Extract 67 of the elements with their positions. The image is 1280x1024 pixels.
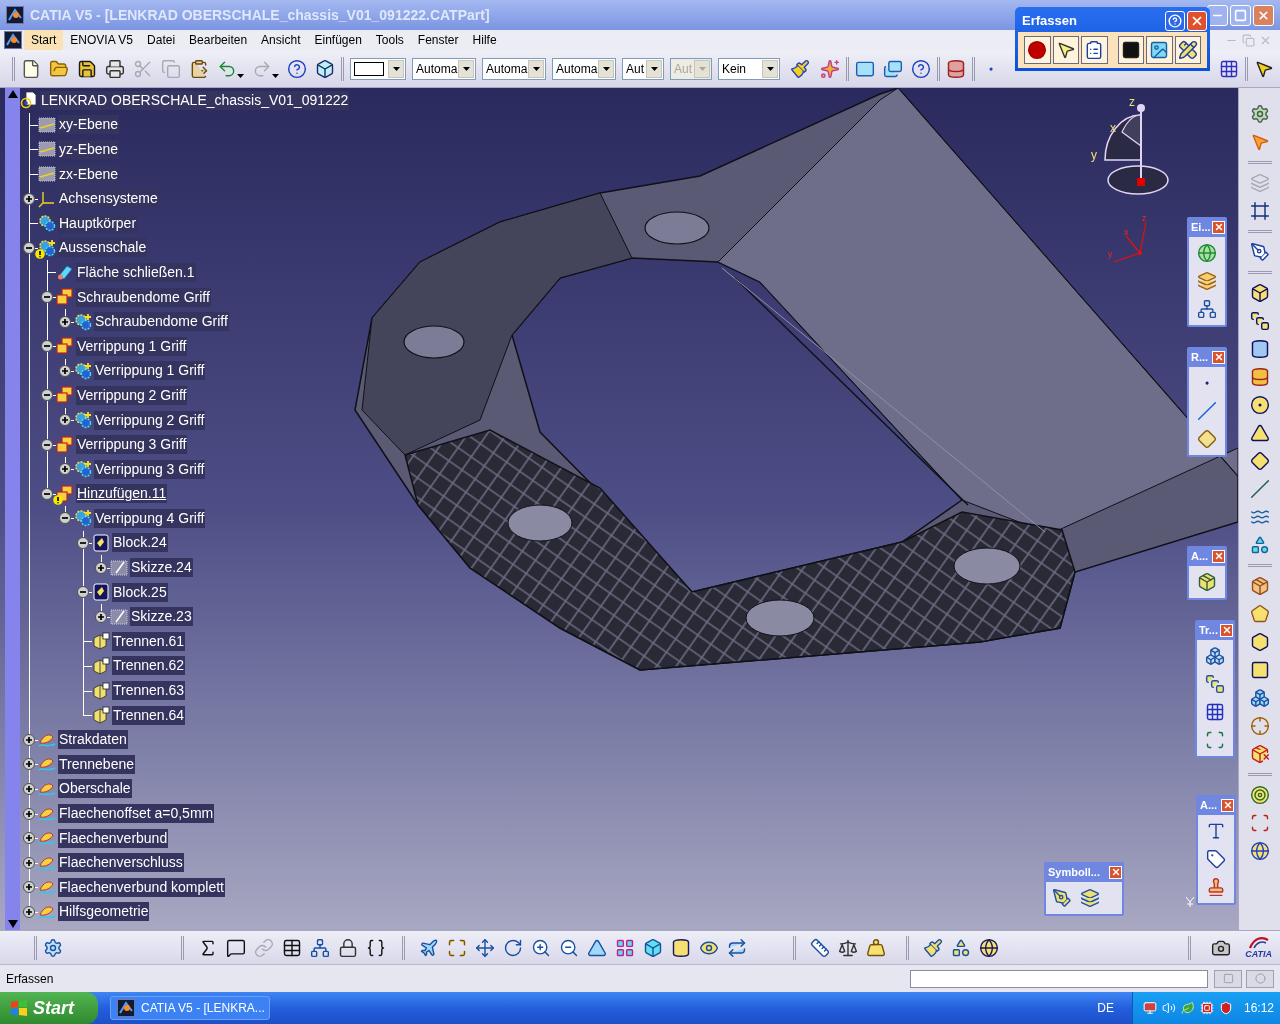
dropdown[interactable]: Aut — [622, 57, 664, 80]
menu-item[interactable]: Datei — [140, 30, 183, 50]
menu-item[interactable]: Einfügen — [307, 30, 369, 50]
menu-item[interactable]: Tools — [368, 30, 411, 50]
tree-node[interactable]: Verrippung 1 Griff — [76, 336, 188, 356]
axis-label: y — [1108, 250, 1113, 259]
taskbar-button[interactable]: CATIA V5 - [LENKRA... — [110, 996, 270, 1020]
toolbar-title: A... — [1191, 550, 1209, 562]
tree-node[interactable]: Verrippung 4 Griff — [94, 508, 206, 528]
tree-node[interactable]: Hinzufügen.11 — [76, 484, 168, 504]
tree-node[interactable]: Hilfsgeometrie — [58, 902, 150, 922]
logo-text: CATIA — [1245, 950, 1272, 959]
tree-node[interactable]: Block.25 — [112, 582, 168, 602]
tree-node[interactable]: Block.24 — [112, 533, 168, 553]
tree-node[interactable]: Verrippung 3 Griff — [76, 435, 188, 455]
toolbar-title: Erfassen — [1022, 12, 1077, 31]
tree-node[interactable]: Verrippung 2 Griff — [94, 410, 206, 430]
toolbar-title: Tr... — [1199, 624, 1218, 636]
tree-node[interactable]: Verrippung 1 Griff — [94, 361, 206, 381]
tree-node[interactable]: Flaechenverbund komplett — [58, 877, 225, 897]
tree-node[interactable]: Trennen.62 — [112, 656, 186, 676]
tree-node[interactable]: Trennen.61 — [112, 631, 186, 651]
tree-node[interactable]: Flaechenverbund — [58, 828, 169, 848]
axis-label: y — [1091, 149, 1097, 161]
tree-node[interactable]: xy-Ebene — [58, 115, 120, 135]
tree-node[interactable]: Oberschale — [58, 779, 132, 799]
dropdown[interactable]: Automa — [482, 57, 546, 80]
tree-node[interactable]: Flaechenverschluss — [58, 853, 184, 873]
tree-node[interactable]: Skizze.23 — [130, 607, 193, 627]
status-message: Erfassen — [6, 970, 54, 988]
toolbar-title: Ei... — [1191, 221, 1211, 233]
tree-node[interactable]: Aussenschale — [58, 238, 148, 258]
tree-node[interactable]: zx-Ebene — [58, 164, 120, 184]
tree-node[interactable]: Trennen.63 — [112, 681, 186, 701]
tree-node[interactable]: Verrippung 3 Griff — [94, 459, 206, 479]
language-indicator[interactable]: DE — [1097, 999, 1114, 1017]
tree-node[interactable]: Strakdaten — [58, 730, 128, 750]
menu-item[interactable]: Start — [24, 30, 64, 50]
toolbar-title: A... — [1200, 799, 1218, 811]
toolbar-title: R... — [1191, 351, 1209, 363]
dropdown[interactable]: Automa — [412, 57, 476, 80]
menu-item[interactable]: Bearbeiten — [182, 30, 255, 50]
tree-node[interactable]: Verrippung 2 Griff — [76, 385, 188, 405]
menu-item[interactable]: ENOVIA V5 — [63, 30, 141, 50]
axis-label: z — [1142, 214, 1147, 223]
tree-node[interactable]: Hauptkörper — [58, 213, 138, 233]
menu-item[interactable]: Fenster — [410, 30, 466, 50]
tree-node[interactable]: Flaechenoffset a=0,5mm — [58, 804, 215, 823]
tree-node[interactable]: Skizze.24 — [130, 558, 193, 578]
clock: 16:12 — [1244, 1000, 1275, 1017]
menu-item[interactable]: Hilfe — [465, 30, 504, 50]
menu-item[interactable]: Ansicht — [254, 30, 308, 50]
tree-node[interactable]: Schraubendome Griff — [94, 312, 229, 332]
tree-node[interactable]: LENKRAD OBERSCHALE_chassis_V01_091222 — [40, 90, 350, 110]
window-title: CATIA V5 - [LENKRAD OBERSCHALE_chassis_V01_091222.CATPart] — [30, 5, 490, 25]
tree-node[interactable]: yz-Ebene — [58, 140, 120, 159]
tree-node[interactable]: Schraubendome Griff — [76, 287, 211, 307]
axis-label: x — [1124, 228, 1129, 237]
dropdown[interactable]: Automa — [552, 57, 616, 80]
axis-label: x — [1110, 122, 1116, 134]
tree-node[interactable]: Trennen.64 — [112, 705, 186, 725]
axis-label: z — [1129, 96, 1135, 108]
dropdown[interactable]: Kein — [718, 57, 780, 80]
toolbar-title: Symboll... — [1048, 866, 1100, 878]
tree-node[interactable]: Fläche schließen.1 — [76, 262, 196, 282]
tree-node[interactable]: Achsensysteme — [58, 189, 159, 209]
tree-node[interactable]: Trennebene — [58, 754, 135, 774]
